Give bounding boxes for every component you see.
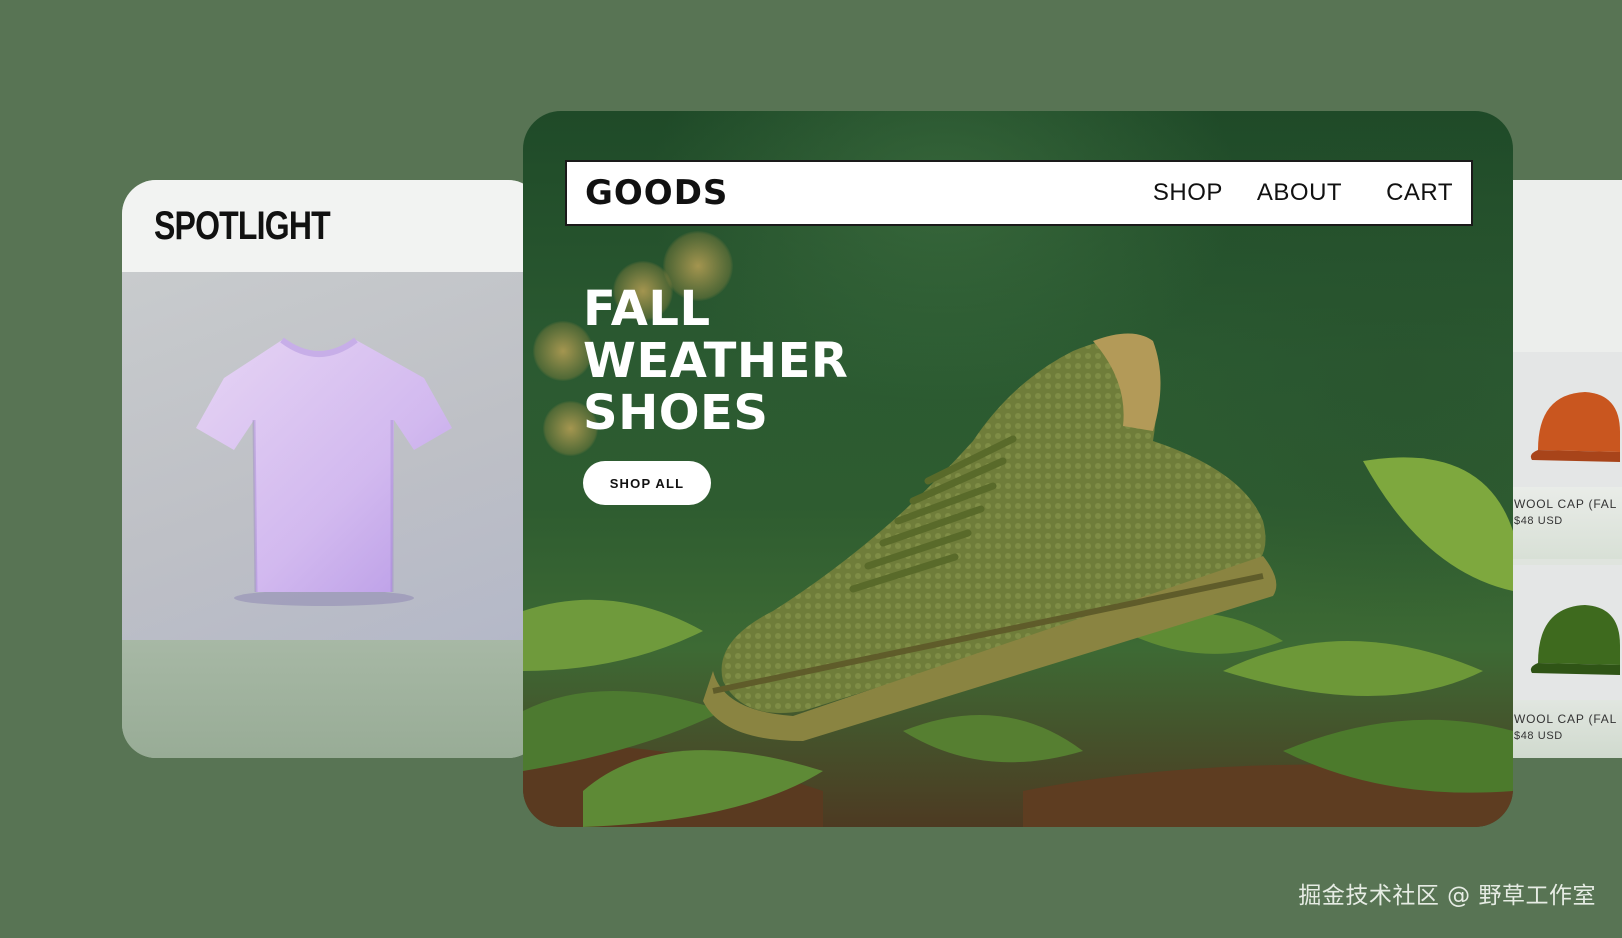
spotlight-header: SPOTLIGHT	[122, 180, 542, 272]
hero-card[interactable]: GOODS SHOP ABOUT CART FALL WEATHER SHOES…	[523, 111, 1513, 827]
nav-link-cart[interactable]: CART	[1386, 179, 1453, 207]
headline-line: SHOES	[583, 385, 769, 441]
orange-cap-icon	[1530, 392, 1620, 462]
brand-logo[interactable]: GOODS	[585, 173, 728, 213]
headline-line: WEATHER	[583, 333, 849, 389]
nav-link-about[interactable]: ABOUT	[1257, 179, 1342, 207]
spotlight-image[interactable]	[122, 272, 542, 640]
nav-links: SHOP ABOUT CART	[1153, 179, 1453, 207]
green-cap-icon	[1530, 605, 1620, 675]
watermark-text: 掘金技术社区 @ 野草工作室	[1298, 883, 1596, 909]
product-price: $48 USD	[1514, 515, 1563, 527]
spotlight-footer	[122, 640, 542, 758]
headline-line: FALL	[583, 281, 711, 337]
product-name: WOOL CAP (FAL	[1514, 712, 1618, 726]
spotlight-card[interactable]: SPOTLIGHT	[122, 180, 542, 758]
shop-all-button[interactable]: SHOP ALL	[583, 461, 711, 505]
tshirt-icon	[196, 337, 452, 606]
top-navbar: GOODS SHOP ABOUT CART	[565, 160, 1473, 226]
product-price: $48 USD	[1514, 730, 1563, 742]
hero-headline: FALL WEATHER SHOES	[583, 283, 848, 439]
product-name: WOOL CAP (FAL	[1514, 497, 1618, 511]
nav-link-shop[interactable]: SHOP	[1153, 179, 1223, 207]
spotlight-title: SPOTLIGHT	[154, 203, 331, 248]
